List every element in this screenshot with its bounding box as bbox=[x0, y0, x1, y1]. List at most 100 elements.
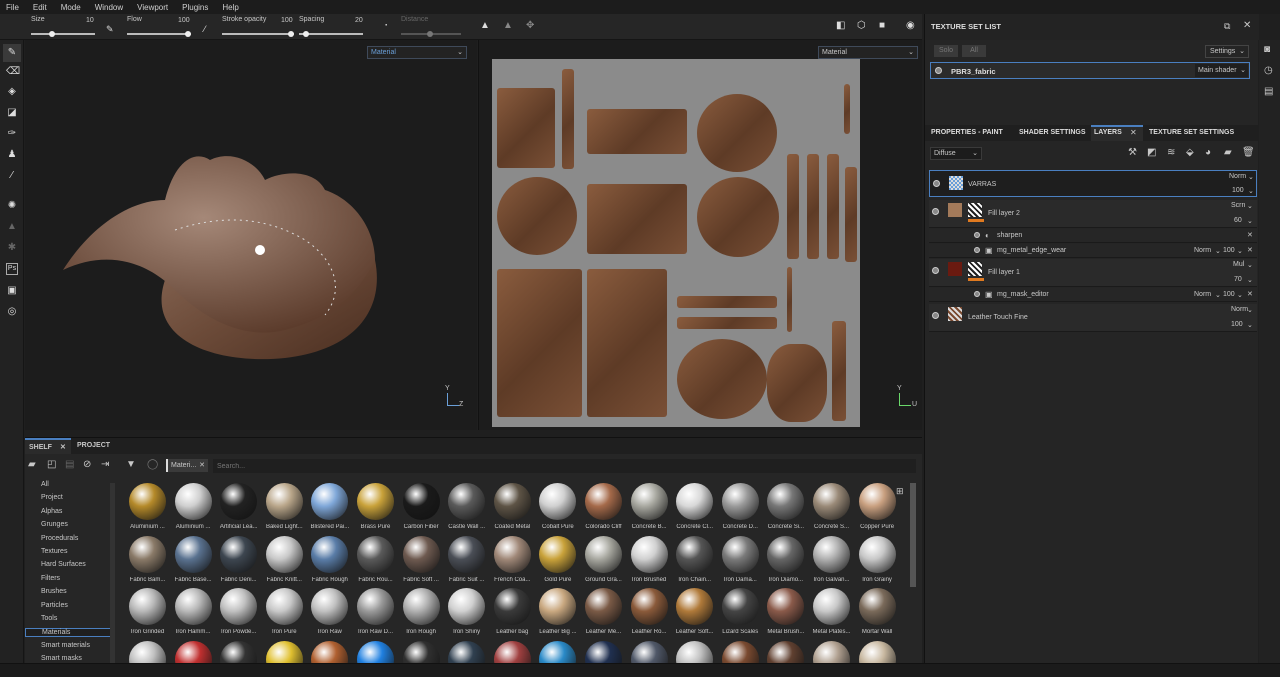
blend-mode[interactable]: Norm bbox=[1194, 291, 1211, 298]
filter-chip[interactable]: Materi... ✕ bbox=[166, 459, 208, 472]
category-grunges[interactable]: Grunges bbox=[41, 521, 68, 528]
size-value[interactable]: 10 bbox=[86, 17, 94, 24]
blend-mode[interactable]: Scrn bbox=[1231, 202, 1245, 209]
material-tile[interactable]: Iron Hamm... bbox=[171, 588, 216, 640]
eye-icon[interactable] bbox=[974, 291, 980, 297]
float-panel-icon[interactable]: ⧉ bbox=[1224, 21, 1230, 32]
material-tile[interactable]: Metal Plates... bbox=[809, 588, 854, 640]
close-icon[interactable]: ✕ bbox=[1130, 128, 1137, 137]
material-tile[interactable]: Baked Light... bbox=[262, 483, 307, 535]
archive-icon[interactable]: ▤ bbox=[65, 459, 74, 470]
material-tile[interactable] bbox=[672, 640, 717, 664]
material-tile[interactable]: Fabric Base... bbox=[171, 535, 216, 588]
lazy-mouse-icon[interactable]: ⠂ bbox=[384, 21, 391, 32]
material-tile[interactable]: Iron Dama... bbox=[718, 535, 763, 588]
category-procedurals[interactable]: Procedurals bbox=[41, 535, 78, 542]
material-tile[interactable]: Iron Powde... bbox=[216, 588, 261, 640]
material-tile[interactable]: Fabric Suit ... bbox=[444, 535, 489, 588]
hide-icon[interactable]: ⊘ bbox=[83, 459, 91, 470]
eye-icon[interactable] bbox=[932, 208, 939, 215]
photoshop-icon[interactable]: Ps bbox=[6, 263, 18, 275]
eye-icon[interactable] bbox=[932, 267, 939, 274]
stroke-opacity-value[interactable]: 100 bbox=[281, 17, 293, 24]
layer-opacity[interactable]: 100 bbox=[1231, 321, 1243, 328]
cube-icon[interactable]: ⬡ bbox=[857, 20, 866, 31]
category-particles[interactable]: Particles bbox=[41, 602, 68, 609]
category-all[interactable]: All bbox=[41, 481, 49, 488]
blend-mode[interactable]: Norm bbox=[1194, 247, 1211, 254]
material-tile[interactable]: Fabric Soft ... bbox=[399, 535, 444, 588]
layer-row-varras[interactable]: VARRAS Norm ⌄ 100 ⌄ bbox=[929, 170, 1257, 197]
material-tile[interactable]: Colorado Cliff bbox=[581, 483, 626, 535]
material-tile[interactable]: Iron Brushed bbox=[627, 535, 672, 588]
material-tile[interactable]: Iron Grainy bbox=[855, 535, 900, 588]
flow-slider[interactable] bbox=[127, 31, 191, 37]
material-tile[interactable] bbox=[763, 640, 808, 664]
effect-row-sharpen[interactable]: ◐ sharpen ✕ bbox=[929, 229, 1257, 243]
mirror-icon[interactable]: ▲ bbox=[503, 20, 513, 31]
search-input[interactable] bbox=[213, 459, 916, 473]
material-tile[interactable]: Iron Raw bbox=[307, 588, 352, 640]
layer-row-fill-layer-2[interactable]: Fill layer 2 Scrn ⌄ 60 ⌄ bbox=[929, 200, 1257, 228]
tab-layers[interactable]: LAYERS ✕ bbox=[1091, 125, 1143, 141]
close-icon[interactable]: ✕ bbox=[199, 459, 205, 472]
material-tile[interactable]: Lizard Scales bbox=[718, 588, 763, 640]
smudge-icon[interactable]: ✑ bbox=[6, 128, 18, 140]
material-tile[interactable]: French Coa... bbox=[490, 535, 535, 588]
menu-item-mode[interactable]: Mode bbox=[61, 3, 81, 12]
material-tile[interactable]: Concrete S... bbox=[809, 483, 854, 535]
flow-value[interactable]: 100 bbox=[178, 17, 190, 24]
material-tile[interactable]: Leather Ro... bbox=[627, 588, 672, 640]
material-tile[interactable] bbox=[855, 640, 900, 664]
material-tile[interactable]: Aluminium ... bbox=[171, 483, 216, 535]
material-tile[interactable]: Fabric Rou... bbox=[353, 535, 398, 588]
material-tile[interactable]: Iron Raw D... bbox=[353, 588, 398, 640]
material-tile[interactable] bbox=[581, 640, 626, 664]
add-fill-layer-icon[interactable]: ≋ bbox=[1167, 147, 1175, 158]
material-tile[interactable]: Concrete Si... bbox=[763, 483, 808, 535]
blend-mode[interactable]: Norm bbox=[1231, 306, 1248, 313]
eye-icon[interactable] bbox=[935, 67, 942, 74]
material-tile[interactable]: Castle Wall ... bbox=[444, 483, 489, 535]
layer-opacity[interactable]: 100 bbox=[1232, 187, 1244, 194]
viewport-2d-mode-select[interactable]: Material ⌄ bbox=[818, 46, 918, 59]
material-tile[interactable]: Artificial Lea... bbox=[216, 483, 261, 535]
uv-texture-canvas[interactable] bbox=[492, 59, 860, 427]
projection-icon[interactable]: ◈ bbox=[6, 86, 18, 98]
material-tile[interactable]: Aluminium ... bbox=[125, 483, 170, 535]
tab-texture-set-settings[interactable]: TEXTURE SET SETTINGS bbox=[1149, 129, 1234, 136]
plugin-icon[interactable]: ◎ bbox=[6, 306, 18, 318]
solo-button[interactable]: Solo bbox=[934, 45, 958, 57]
shelf-scrollbar[interactable] bbox=[910, 483, 916, 587]
folder-icon[interactable]: ▰ bbox=[28, 459, 36, 470]
polygon-fill-icon[interactable]: ◪ bbox=[6, 107, 18, 119]
camera-icon[interactable]: ■ bbox=[879, 20, 885, 31]
material-tile[interactable]: Leather Big ... bbox=[535, 588, 580, 640]
effect-row-mask-editor[interactable]: ▣ mg_mask_editor Norm ⌄ 100 ⌄ ✕ bbox=[929, 288, 1257, 302]
move-pivot-icon[interactable]: ✥ bbox=[526, 20, 534, 31]
material-tile[interactable]: Fabric Deni... bbox=[216, 535, 261, 588]
material-tile[interactable]: Cobalt Pure bbox=[535, 483, 580, 535]
symmetry-icon[interactable]: ▲ bbox=[480, 20, 490, 31]
layer-row-fill-layer-1[interactable]: Fill layer 1 Mul ⌄ 70 ⌄ bbox=[929, 259, 1257, 287]
eye-icon[interactable] bbox=[932, 312, 939, 319]
material-tile[interactable] bbox=[216, 640, 261, 664]
menu-item-edit[interactable]: Edit bbox=[33, 3, 47, 12]
material-tile[interactable] bbox=[535, 640, 580, 664]
material-tile[interactable]: Iron Diamo... bbox=[763, 535, 808, 588]
clone-icon[interactable]: ♟ bbox=[6, 149, 18, 161]
material-tile[interactable]: Coated Metal bbox=[490, 483, 535, 535]
material-tile[interactable]: Leather Me... bbox=[581, 588, 626, 640]
filter-icon[interactable]: ▼ bbox=[126, 459, 136, 470]
material-tile[interactable]: Carbon Fiber bbox=[399, 483, 444, 535]
category-textures[interactable]: Textures bbox=[41, 548, 67, 555]
material-tile[interactable]: Iron Grinded bbox=[125, 588, 170, 640]
channel-select[interactable]: Diffuse ⌄ bbox=[930, 147, 982, 160]
close-icon[interactable]: ✕ bbox=[1247, 246, 1253, 254]
effect-row-metal-edge-wear[interactable]: ▣ mg_metal_edge_wear Norm ⌄ 100 ⌄ ✕ bbox=[929, 244, 1257, 258]
viewport-2d[interactable]: Material ⌄ Y U bbox=[478, 40, 922, 430]
material-tile[interactable]: Metal Brush... bbox=[763, 588, 808, 640]
viewport-3d[interactable]: Material ⌄ Y Z bbox=[25, 40, 477, 430]
grid-view-icon[interactable]: ⊞ bbox=[896, 486, 904, 497]
material-tile[interactable] bbox=[307, 640, 352, 664]
